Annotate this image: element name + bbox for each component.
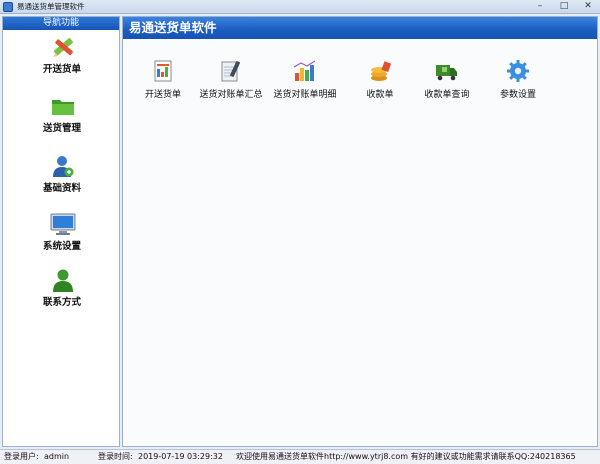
- tool-new-delivery[interactable]: 开送货单: [133, 57, 193, 105]
- tool-statement-summary[interactable]: 送货对账单汇总: [199, 57, 263, 105]
- tool-label: 送货对账单明细: [273, 90, 337, 100]
- sidebar-item-label: 联系方式: [42, 297, 81, 308]
- status-bar: 登录用户: admin 登录时间: 2019-07-19 03:29:32 欢迎…: [0, 449, 600, 464]
- sidebar-item-basic-data[interactable]: 基础资料: [3, 153, 121, 205]
- sidebar: 导航功能 开送货单 送货管理 基础资料 系统设置 联系方式: [2, 16, 120, 447]
- folder-icon: [52, 100, 74, 115]
- delivery-truck-icon: [436, 65, 457, 81]
- coins-icon: [371, 61, 392, 81]
- tool-label: 收款单查询: [424, 90, 470, 100]
- title-bar: 易通送货单管理软件 – □ ✕: [0, 0, 600, 14]
- pencil-ruler-icon: [53, 38, 73, 57]
- window-title: 易通送货单管理软件: [17, 2, 85, 11]
- toolbar: 开送货单 送货对账单汇总 送货对账单明细 收款单 收款单查询 参数设置: [133, 57, 579, 105]
- app-icon: [3, 2, 13, 12]
- sidebar-item-label: 送货管理: [42, 123, 81, 134]
- sidebar-item-label: 开送货单: [42, 64, 81, 75]
- tool-receipt[interactable]: 收款单: [355, 57, 405, 105]
- status-message: 欢迎使用易通送货单软件http://www.ytrj8.com 有好的建议或功能…: [236, 452, 576, 461]
- sidebar-item-new-delivery[interactable]: 开送货单: [3, 34, 121, 86]
- page-title: 易通送货单软件: [129, 20, 217, 35]
- maximize-button[interactable]: □: [552, 0, 576, 13]
- status-user-value: admin: [44, 452, 70, 461]
- close-button[interactable]: ✕: [576, 0, 600, 13]
- notepad-pencil-icon: [221, 60, 241, 82]
- invoice-icon: [154, 60, 172, 82]
- tool-label: 送货对账单汇总: [199, 90, 263, 100]
- sidebar-item-contact[interactable]: 联系方式: [3, 267, 121, 319]
- tool-label: 开送货单: [144, 90, 181, 100]
- banner: 易通送货单软件: [123, 17, 597, 39]
- tool-statement-detail[interactable]: 送货对账单明细: [269, 57, 341, 105]
- chart-books-icon: [293, 60, 316, 81]
- main-window: 导航功能 开送货单 送货管理 基础资料 系统设置 联系方式 易通送货单软件 开送…: [0, 14, 600, 449]
- sidebar-item-delivery-management[interactable]: 送货管理: [3, 93, 121, 145]
- tool-label: 参数设置: [499, 90, 536, 100]
- tool-label: 收款单: [366, 90, 394, 100]
- sidebar-item-label: 基础资料: [42, 183, 81, 194]
- status-time-value: 2019-07-19 03:29:32: [138, 452, 223, 461]
- user-icon: [53, 156, 74, 177]
- tool-receipt-query[interactable]: 收款单查询: [417, 57, 477, 105]
- status-time-label: 登录时间:: [98, 452, 133, 461]
- sidebar-item-system-settings[interactable]: 系统设置: [3, 211, 121, 263]
- tool-parameter-settings[interactable]: 参数设置: [493, 57, 543, 105]
- minimize-button[interactable]: –: [528, 0, 552, 13]
- content-panel: 易通送货单软件 开送货单 送货对账单汇总 送货对账单明细 收款单 收款单查询 参…: [122, 16, 598, 447]
- contact-person-icon: [53, 269, 73, 292]
- status-user-label: 登录用户:: [4, 452, 39, 461]
- sidebar-item-label: 系统设置: [42, 241, 81, 252]
- sidebar-header: 导航功能: [3, 17, 119, 30]
- monitor-icon: [50, 213, 76, 235]
- gear-icon: [507, 60, 529, 82]
